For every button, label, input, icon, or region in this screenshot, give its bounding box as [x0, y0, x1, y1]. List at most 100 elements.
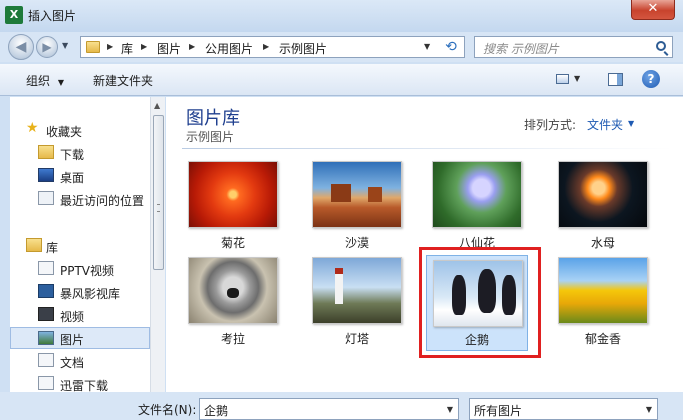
- breadcrumb-separator-icon[interactable]: ▶: [189, 42, 195, 51]
- library-title: 图片库: [186, 108, 240, 129]
- sidebar-item-baofeng-library[interactable]: 暴风影视库: [10, 281, 150, 303]
- sidebar-item-desktop[interactable]: 桌面: [10, 165, 150, 187]
- arrange-by-dropdown[interactable]: 文件夹: [587, 116, 623, 133]
- title-bar: X 插入图片 ✕: [0, 0, 683, 32]
- image-caption: 菊花: [220, 236, 245, 250]
- refresh-icon[interactable]: ⟲: [440, 37, 462, 57]
- file-type-select[interactable]: 所有图片 ▼: [469, 398, 658, 420]
- new-folder-button[interactable]: 新建文件夹: [93, 72, 153, 89]
- organize-label: 组织: [26, 74, 51, 88]
- image-item-lighthouse[interactable]: 灯塔: [308, 257, 404, 351]
- sidebar-item-documents[interactable]: 文档: [10, 350, 150, 372]
- breadcrumb-item[interactable]: 图片: [157, 40, 181, 57]
- sidebar-item-label: 桌面: [60, 171, 85, 185]
- address-dropdown-icon[interactable]: ▼: [424, 42, 430, 51]
- image-thumbnail: [558, 257, 648, 324]
- image-caption: 水母: [590, 236, 615, 250]
- image-thumbnail: [432, 161, 522, 228]
- scrollbar-thumb[interactable]: [153, 115, 164, 270]
- selection-highlight-box: [419, 247, 541, 358]
- sidebar-item-pptv-video[interactable]: PPTV视频: [10, 258, 150, 280]
- change-view-icon[interactable]: [556, 70, 570, 90]
- chevron-down-icon[interactable]: ▼: [447, 405, 453, 414]
- folder-icon: [86, 41, 100, 53]
- star-icon: ★: [26, 120, 39, 136]
- sidebar-item-label: 文档: [60, 356, 85, 370]
- sidebar-libraries-header[interactable]: 库: [10, 235, 150, 257]
- breadcrumb-item[interactable]: 库: [121, 40, 133, 57]
- search-icon[interactable]: [656, 41, 666, 51]
- search-box[interactable]: 搜索 示例图片: [474, 36, 673, 58]
- chevron-down-icon[interactable]: ▼: [628, 119, 634, 128]
- back-button[interactable]: ◀: [8, 34, 34, 60]
- excel-app-icon: X: [5, 6, 23, 24]
- chevron-down-icon: ▼: [57, 78, 64, 87]
- breadcrumb-separator-icon[interactable]: ▶: [263, 42, 269, 51]
- image-thumbnail: [188, 257, 278, 324]
- downloads-folder-icon: [38, 145, 54, 159]
- breadcrumb-item[interactable]: 示例图片: [279, 40, 327, 57]
- breadcrumb-separator-icon[interactable]: ▶: [107, 42, 113, 51]
- sidebar-item-label: 图片: [60, 333, 85, 347]
- sidebar-item-pictures[interactable]: 图片: [10, 327, 150, 349]
- help-icon[interactable]: ?: [642, 70, 660, 88]
- forward-button[interactable]: ▶: [36, 36, 58, 58]
- sidebar-item-recent-places[interactable]: 最近访问的位置: [10, 188, 150, 210]
- video-library-icon: [38, 284, 54, 298]
- sidebar-item-label: 库: [46, 241, 59, 255]
- image-thumbnail: [188, 161, 278, 228]
- recent-places-icon: [38, 191, 54, 205]
- sidebar-item-label: 最近访问的位置: [60, 194, 145, 208]
- breadcrumb-item[interactable]: 公用图片: [205, 40, 253, 57]
- image-item-koala[interactable]: 考拉: [184, 257, 280, 351]
- document-icon: [38, 353, 54, 367]
- chevron-down-icon[interactable]: ▼: [646, 405, 652, 414]
- search-input[interactable]: 搜索 示例图片: [483, 40, 559, 57]
- close-button[interactable]: ✕: [631, 0, 675, 20]
- filename-label: 文件名(N):: [138, 403, 197, 417]
- image-item-tulips[interactable]: 郁金香: [554, 257, 650, 351]
- sidebar-item-downloads[interactable]: 下载: [10, 142, 150, 164]
- address-bar[interactable]: ▶ 库 ▶ 图片 ▶ 公用图片 ▶ 示例图片: [80, 36, 465, 58]
- navigation-pane: ★ 收藏夹 下载 桌面 最近访问的位置 库 PPTV视频 暴风影视库 视频 图片…: [10, 97, 150, 420]
- sidebar-item-label: PPTV视频: [60, 264, 115, 278]
- navigation-bar: ◀ ▶ ▼ ▶ 库 ▶ 图片 ▶ 公用图片 ▶ 示例图片 ▼ ⟲ 搜索 示例图片: [0, 32, 683, 62]
- library-icon: [38, 261, 54, 275]
- sidebar-item-label: 暴风影视库: [60, 287, 121, 301]
- scroll-up-icon[interactable]: ▲: [154, 101, 160, 110]
- organize-button[interactable]: 组织 ▼: [26, 72, 64, 89]
- library-subtitle: 示例图片: [186, 130, 235, 144]
- file-type-value[interactable]: 所有图片: [474, 402, 522, 419]
- image-item-desert[interactable]: 沙漠: [308, 161, 404, 255]
- header-divider: [182, 148, 672, 149]
- filename-input[interactable]: 企鹅 ▼: [199, 398, 459, 420]
- library-icon: [38, 376, 54, 390]
- image-item-hydrangeas[interactable]: 八仙花: [428, 161, 524, 255]
- grip-icon: [157, 204, 160, 212]
- pictures-icon: [38, 331, 54, 345]
- libraries-icon: [26, 238, 42, 252]
- breadcrumb-separator-icon[interactable]: ▶: [141, 42, 147, 51]
- toolbar: 组织 ▼ 新建文件夹 ▼ ?: [0, 64, 683, 96]
- image-caption: 考拉: [220, 332, 245, 346]
- preview-pane-icon[interactable]: [608, 70, 624, 90]
- arrange-by-label: 排列方式:: [524, 118, 577, 132]
- image-caption: 郁金香: [584, 332, 621, 346]
- image-item-chrysanthemum[interactable]: 菊花: [184, 161, 280, 255]
- sidebar-item-videos[interactable]: 视频: [10, 304, 150, 326]
- file-name-bar: 文件名(N): 企鹅 ▼ 所有图片 ▼: [0, 392, 683, 420]
- sidebar-favorites-header[interactable]: ★ 收藏夹: [10, 119, 150, 141]
- image-thumbnail: [558, 161, 648, 228]
- desktop-icon: [38, 168, 54, 182]
- image-thumbnail: [312, 257, 402, 324]
- film-icon: [38, 307, 54, 321]
- image-item-jellyfish[interactable]: 水母: [554, 161, 650, 255]
- filename-value[interactable]: 企鹅: [204, 402, 228, 419]
- image-caption: 沙漠: [344, 236, 369, 250]
- sidebar-scrollbar[interactable]: ▲: [150, 97, 165, 420]
- view-dropdown-icon[interactable]: ▼: [574, 70, 586, 90]
- image-thumbnail: [312, 161, 402, 228]
- window-title: 插入图片: [28, 9, 77, 23]
- recent-pages-dropdown-icon[interactable]: ▼: [62, 41, 68, 50]
- image-caption: 灯塔: [344, 332, 369, 346]
